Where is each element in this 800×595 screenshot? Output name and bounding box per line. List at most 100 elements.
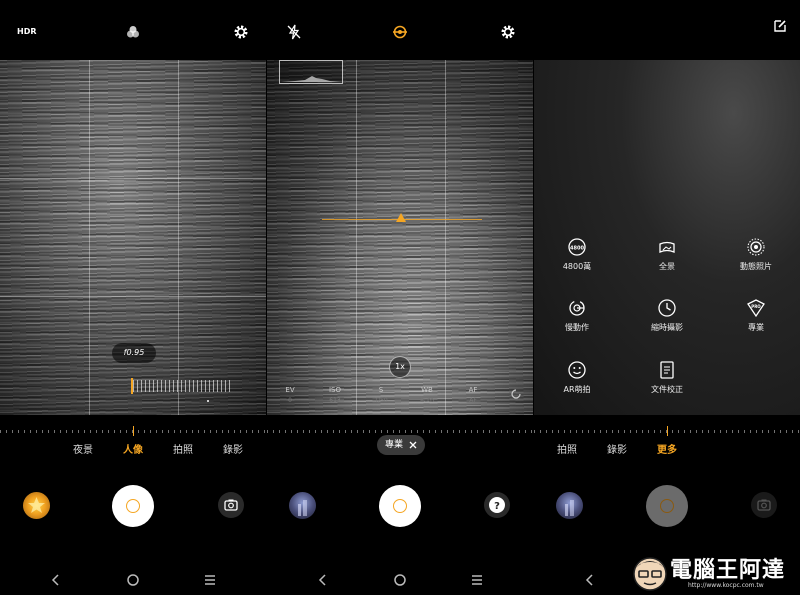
gallery-thumbnail[interactable] bbox=[556, 492, 583, 519]
pro-mode-chip[interactable]: 專業 bbox=[377, 435, 425, 455]
gallery-thumbnail[interactable] bbox=[23, 492, 50, 519]
48mp-icon: 4800 bbox=[568, 238, 586, 256]
reset-icon[interactable] bbox=[509, 387, 523, 401]
menu-icon[interactable] bbox=[469, 572, 485, 588]
more-modes-screen: 4800 4800萬 全景 動態照片 慢動作 縮時攝影 PRO 專業 AR萌拍 … bbox=[534, 0, 800, 595]
pro-mode-chip-label: 專業 bbox=[385, 440, 404, 450]
ar-emoji-icon bbox=[568, 361, 586, 379]
pro-value-iso: 613 bbox=[329, 397, 341, 404]
live-photo-icon bbox=[747, 238, 765, 256]
pro-control-wb[interactable]: WB bbox=[421, 386, 433, 394]
back-icon[interactable] bbox=[582, 572, 598, 588]
menu-item-label: 4800萬 bbox=[562, 262, 592, 271]
mode-photo[interactable]: 拍照 bbox=[557, 441, 577, 456]
top-toolbar bbox=[267, 0, 533, 60]
menu-item-48mp[interactable]: 4800 4800萬 bbox=[537, 237, 617, 287]
menu-item-label: AR萌拍 bbox=[563, 385, 591, 394]
zoom-button[interactable]: 1x bbox=[389, 356, 411, 378]
grid-line bbox=[89, 60, 90, 415]
slow-motion-icon bbox=[569, 300, 585, 316]
mode-video[interactable]: 錄影 bbox=[223, 441, 243, 456]
top-toolbar bbox=[534, 0, 800, 60]
mode-ruler bbox=[0, 424, 266, 438]
pro-mode-icon[interactable] bbox=[392, 24, 408, 40]
pro-value-af: AF bbox=[469, 397, 477, 404]
menu-item-panorama[interactable]: 全景 bbox=[627, 237, 707, 287]
histogram bbox=[279, 60, 343, 84]
flash-off-icon[interactable] bbox=[286, 24, 302, 40]
shutter-button-disabled[interactable] bbox=[646, 485, 688, 527]
menu-item-document[interactable]: 文件校正 bbox=[627, 360, 707, 410]
menu-item-label: 專業 bbox=[748, 323, 764, 332]
watermark-text: 電腦王阿達 bbox=[670, 558, 786, 583]
switch-camera-icon bbox=[757, 499, 771, 511]
home-icon[interactable] bbox=[125, 572, 141, 588]
gear-icon[interactable] bbox=[500, 24, 516, 40]
system-nav-bar bbox=[267, 572, 533, 588]
menu-item-pro[interactable]: PRO 專業 bbox=[716, 298, 796, 348]
grid-line bbox=[178, 60, 179, 415]
svg-text:4800: 4800 bbox=[570, 246, 584, 252]
svg-text:PRO: PRO bbox=[751, 304, 761, 309]
edit-icon[interactable] bbox=[772, 18, 788, 34]
grid-line bbox=[445, 60, 446, 415]
slider-dot bbox=[207, 400, 209, 402]
pro-control-af[interactable]: AF bbox=[469, 386, 478, 394]
mode-more[interactable]: 更多 bbox=[657, 441, 677, 456]
pro-value-shutter: 1/50 bbox=[374, 397, 388, 404]
mode-selector: 拍照 錄影 更多 bbox=[534, 441, 800, 456]
document-icon bbox=[660, 361, 674, 379]
camera-viewfinder[interactable]: f0.95 bbox=[0, 60, 266, 415]
back-icon[interactable] bbox=[48, 572, 64, 588]
aperture-label: f0.95 bbox=[112, 343, 156, 363]
watermark-url: http://www.kocpc.com.tw bbox=[688, 582, 764, 589]
mode-night[interactable]: 夜景 bbox=[73, 441, 93, 456]
svg-text:?: ? bbox=[494, 501, 500, 512]
timelapse-icon bbox=[658, 299, 676, 317]
shutter-button[interactable] bbox=[112, 485, 154, 527]
close-icon[interactable] bbox=[409, 441, 417, 449]
pro-icon: PRO bbox=[747, 299, 765, 318]
grid-line bbox=[0, 296, 266, 297]
menu-item-label: 縮時攝影 bbox=[651, 323, 683, 332]
mode-portrait[interactable]: 人像 bbox=[123, 441, 143, 456]
menu-item-label: 慢動作 bbox=[565, 323, 589, 332]
pro-control-ev[interactable]: EV bbox=[285, 386, 294, 394]
aperture-slider-handle[interactable] bbox=[131, 378, 133, 394]
menu-item-ar-emoji[interactable]: AR萌拍 bbox=[537, 360, 617, 410]
switch-camera-button[interactable] bbox=[218, 492, 244, 518]
pro-value-wb: Auto bbox=[420, 397, 434, 404]
menu-icon[interactable] bbox=[202, 572, 218, 588]
camera-viewfinder[interactable]: 1x EV 0 ISO 613 S 1/50 WB Auto AF AF bbox=[267, 60, 533, 415]
hdr-toggle[interactable]: HDR bbox=[17, 27, 37, 36]
pro-mode-screen: 1x EV 0 ISO 613 S 1/50 WB Auto AF AF 專業 … bbox=[267, 0, 533, 595]
mode-video[interactable]: 錄影 bbox=[607, 441, 627, 456]
gear-icon[interactable] bbox=[233, 24, 249, 40]
shutter-button[interactable] bbox=[379, 485, 421, 527]
system-nav-bar bbox=[0, 572, 266, 588]
pro-control-iso[interactable]: ISO bbox=[329, 386, 341, 394]
mascot-logo bbox=[633, 557, 667, 591]
menu-item-timelapse[interactable]: 縮時攝影 bbox=[627, 298, 707, 348]
pro-control-shutter[interactable]: S bbox=[379, 386, 383, 394]
grid-line bbox=[0, 178, 266, 179]
aperture-slider[interactable] bbox=[133, 380, 233, 392]
menu-item-label: 動態照片 bbox=[740, 262, 772, 271]
help-icon: ? bbox=[489, 497, 505, 513]
level-indicator-icon bbox=[396, 213, 406, 222]
menu-item-label: 全景 bbox=[659, 262, 675, 271]
back-icon[interactable] bbox=[315, 572, 331, 588]
mode-ruler bbox=[534, 424, 800, 438]
help-button[interactable]: ? bbox=[484, 492, 510, 518]
filter-icon[interactable] bbox=[125, 24, 141, 40]
menu-item-label: 文件校正 bbox=[651, 385, 683, 394]
portrait-mode-screen: HDR f0.95 夜景 人像 拍照 錄影 bbox=[0, 0, 266, 595]
switch-camera-button[interactable] bbox=[751, 492, 777, 518]
home-icon[interactable] bbox=[392, 572, 408, 588]
gallery-thumbnail[interactable] bbox=[289, 492, 316, 519]
mode-photo[interactable]: 拍照 bbox=[173, 441, 193, 456]
panorama-icon bbox=[659, 241, 675, 253]
top-toolbar: HDR bbox=[0, 0, 266, 60]
menu-item-live-photo[interactable]: 動態照片 bbox=[716, 237, 796, 287]
menu-item-slow-motion[interactable]: 慢動作 bbox=[537, 298, 617, 348]
